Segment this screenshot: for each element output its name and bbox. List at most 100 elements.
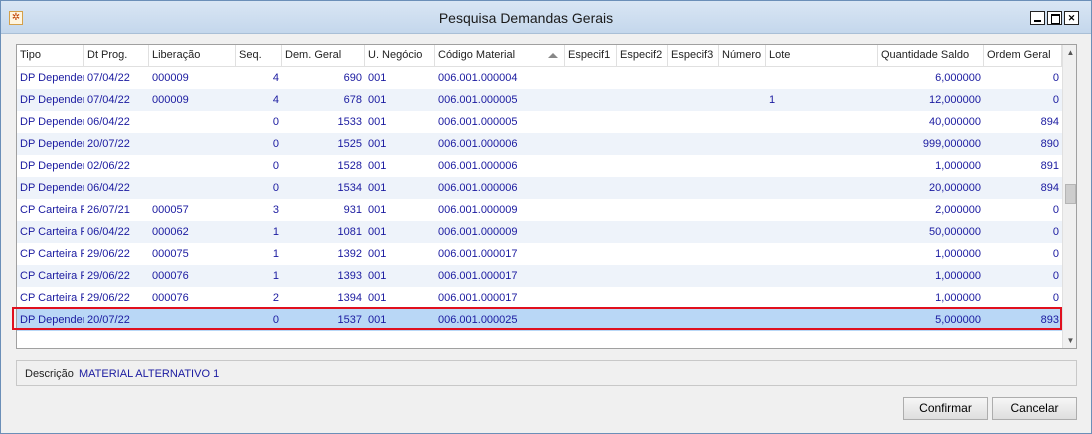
- table-row[interactable]: DP Dependente20/07/22 0 1525 001 006.001.000…: [17, 133, 1062, 155]
- table-row[interactable]: CP Carteira P 06/04/22 000062 1 1081 001 006.0…: [17, 221, 1062, 243]
- column-header[interactable]: Número: [719, 45, 766, 66]
- column-header[interactable]: Liberação: [149, 45, 236, 66]
- table-cell: 001: [368, 72, 387, 84]
- results-grid[interactable]: Tipo Dt Prog. Liberação Seq. Dem. Geral U. Ne…: [16, 44, 1077, 349]
- table-cell: [617, 89, 668, 111]
- title-bar[interactable]: ✲ Pesquisa Demandas Gerais ✕: [1, 1, 1091, 34]
- table-cell: 000009: [152, 72, 189, 84]
- table-cell: 02/06/22: [87, 160, 130, 172]
- table-cell: [719, 67, 766, 89]
- table-cell: 6,000000: [935, 72, 981, 84]
- table-cell: 0: [1052, 226, 1059, 238]
- description-value: MATERIAL ALTERNATIVO 1: [79, 368, 220, 380]
- table-row[interactable]: DP Dependente02/06/22 0 1528 001 006.001.000…: [17, 155, 1062, 177]
- column-header[interactable]: Tipo: [17, 45, 84, 66]
- table-cell: [149, 111, 236, 133]
- table-cell: 20/07/22: [87, 314, 130, 326]
- table-cell: 006.001.000006: [438, 138, 518, 150]
- column-header[interactable]: Quantidade Saldo: [878, 45, 984, 66]
- table-cell: 07/04/22: [87, 94, 130, 106]
- maximize-button[interactable]: [1047, 11, 1062, 25]
- table-cell: 20/07/22: [87, 138, 130, 150]
- table-cell: [719, 177, 766, 199]
- table-cell: CP Carteira P: [20, 226, 84, 238]
- table-cell: DP Dependente: [20, 116, 84, 128]
- column-header[interactable]: Especif2: [617, 45, 668, 66]
- column-header[interactable]: Dem. Geral: [282, 45, 365, 66]
- table-cell: [719, 89, 766, 111]
- table-cell: [565, 67, 617, 89]
- table-cell: 50,000000: [929, 226, 981, 238]
- table-cell: [668, 155, 719, 177]
- column-header[interactable]: Código Material: [435, 45, 565, 66]
- table-cell: [617, 265, 668, 287]
- column-header[interactable]: Especif3: [668, 45, 719, 66]
- table-row[interactable]: CP Carteira P 29/06/22 000076 2 1394 001 006.0…: [17, 287, 1062, 309]
- table-cell: 931: [343, 204, 362, 216]
- table-row[interactable]: DP Dependente07/04/22 000009 4 690 001 006.00…: [17, 67, 1062, 89]
- table-cell: [766, 133, 878, 155]
- table-cell: 006.001.000017: [438, 248, 518, 260]
- table-row[interactable]: DP Dependente07/04/22 000009 4 678 001 006.00…: [17, 89, 1062, 111]
- grid-header: Tipo Dt Prog. Liberação Seq. Dem. Geral U. Ne…: [17, 45, 1062, 67]
- table-row[interactable]: CP Carteira P 29/06/22 000075 1 1392 001 006.0…: [17, 243, 1062, 265]
- table-cell: 4: [272, 94, 279, 106]
- cancel-button[interactable]: Cancelar: [992, 397, 1077, 420]
- minimize-button[interactable]: [1030, 11, 1045, 25]
- table-cell: 000062: [152, 226, 189, 238]
- table-cell: [149, 155, 236, 177]
- sort-ascending-icon: [548, 53, 558, 58]
- table-cell: [565, 89, 617, 111]
- window-title: Pesquisa Demandas Gerais: [438, 10, 614, 26]
- table-cell: 006.001.000009: [438, 226, 518, 238]
- column-header[interactable]: Seq.: [236, 45, 282, 66]
- confirm-button[interactable]: Confirmar: [903, 397, 988, 420]
- table-cell: DP Dependente: [20, 72, 84, 84]
- table-cell: 001: [368, 116, 387, 128]
- table-cell: [668, 287, 719, 309]
- table-cell: 894: [1040, 116, 1059, 128]
- table-row[interactable]: CP Carteira P 29/06/22 000076 1 1393 001 006.0…: [17, 265, 1062, 287]
- column-header[interactable]: Especif1: [565, 45, 617, 66]
- table-cell: [617, 309, 668, 331]
- table-cell: [766, 177, 878, 199]
- table-cell: [565, 199, 617, 221]
- table-cell: 0: [1052, 72, 1059, 84]
- table-cell: 006.001.000009: [438, 204, 518, 216]
- table-cell: [617, 177, 668, 199]
- scroll-thumb[interactable]: [1065, 184, 1076, 204]
- dialog-window: ✲ Pesquisa Demandas Gerais ✕ Tipo Dt Prog…: [0, 0, 1092, 434]
- table-cell: [719, 133, 766, 155]
- table-cell: 1393: [337, 270, 362, 282]
- table-cell: [719, 265, 766, 287]
- column-header-label: Especif3: [671, 49, 714, 61]
- column-header[interactable]: Dt Prog.: [84, 45, 149, 66]
- table-cell: [668, 309, 719, 331]
- table-row-selected[interactable]: DP Dependente20/07/22 0 1537 001 006.001.000…: [17, 309, 1062, 331]
- vertical-scrollbar[interactable]: ▲ ▼: [1062, 45, 1076, 348]
- column-header[interactable]: Ordem Geral: [984, 45, 1062, 66]
- close-button[interactable]: ✕: [1064, 11, 1079, 25]
- table-cell: 20,000000: [929, 182, 981, 194]
- table-row[interactable]: DP Dependente06/04/22 0 1534 001 006.001.000…: [17, 177, 1062, 199]
- table-cell: [766, 265, 878, 287]
- column-header[interactable]: Lote: [766, 45, 878, 66]
- table-cell: 1: [769, 94, 776, 106]
- scroll-up-icon[interactable]: ▲: [1063, 45, 1076, 60]
- column-header[interactable]: U. Negócio: [365, 45, 435, 66]
- table-cell: [565, 133, 617, 155]
- table-cell: 29/06/22: [87, 248, 130, 260]
- table-cell: 07/04/22: [87, 72, 130, 84]
- table-cell: 006.001.000005: [438, 94, 518, 106]
- table-cell: [668, 67, 719, 89]
- table-cell: 999,000000: [922, 138, 981, 150]
- scroll-down-icon[interactable]: ▼: [1063, 333, 1076, 348]
- table-cell: [565, 221, 617, 243]
- table-cell: DP Dependente: [20, 314, 84, 326]
- table-cell: [766, 199, 878, 221]
- table-row[interactable]: CP Carteira P 26/07/21 000057 3 931 001 006.00…: [17, 199, 1062, 221]
- table-cell: [668, 111, 719, 133]
- table-row[interactable]: DP Dependente06/04/22 0 1533 001 006.001.000…: [17, 111, 1062, 133]
- table-cell: 29/06/22: [87, 292, 130, 304]
- table-cell: [766, 309, 878, 331]
